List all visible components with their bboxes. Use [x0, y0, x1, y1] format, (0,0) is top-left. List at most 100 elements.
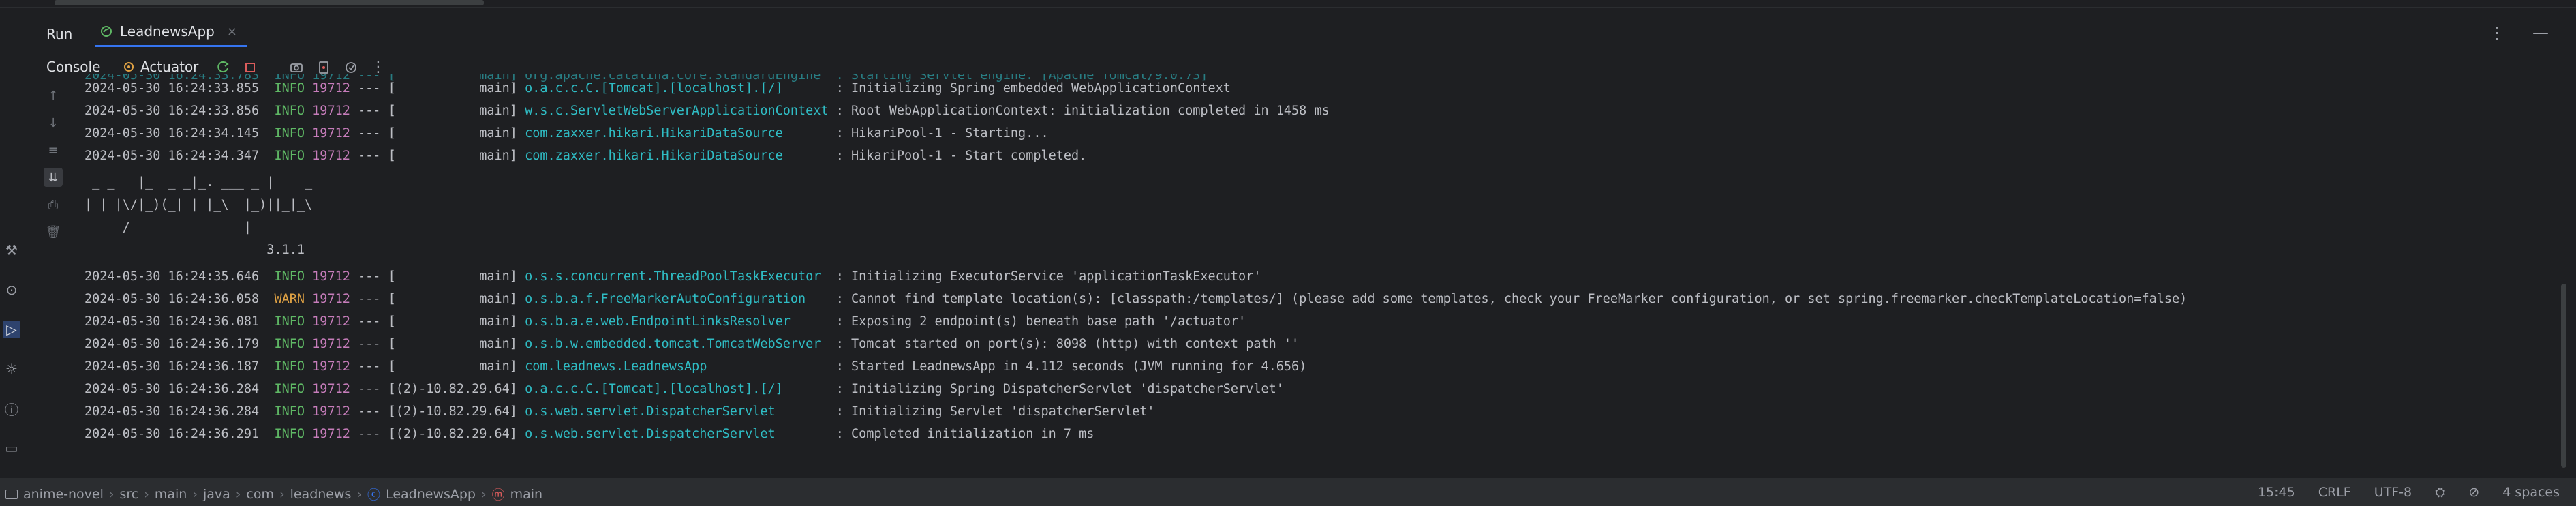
log-separator: --- [358, 427, 381, 441]
log-level: INFO [274, 126, 305, 140]
debug-bug-icon[interactable]: ☼ [3, 360, 20, 378]
tab-console[interactable]: Console [46, 59, 100, 75]
log-thread: [(2)-10.82.29.64] [388, 404, 517, 419]
more-options-icon[interactable]: ⋮ [2489, 23, 2505, 42]
scrollbar-thumb[interactable] [2561, 284, 2566, 468]
log-logger: o.a.c.c.C.[Tomcat].[localhost].[/] [525, 382, 829, 396]
log-level: INFO [274, 314, 305, 329]
log-separator: --- [358, 269, 381, 284]
actuator-icon [124, 62, 134, 72]
log-line[interactable]: 2024-05-30 16:24:33.856 INFO 19712 --- [… [85, 100, 1330, 122]
chevron-right-icon: › [279, 486, 285, 502]
spring-banner-line: / | [85, 220, 252, 235]
log-message: : Exposing 2 endpoint(s) beneath base pa… [835, 314, 1246, 329]
log-line[interactable]: 2024-05-30 16:24:36.058 WARN 19712 --- [… [85, 288, 2187, 310]
problems-icon[interactable]: ⓘ [3, 400, 20, 418]
caret-position[interactable]: 15:45 [2258, 485, 2295, 500]
readonly-toggle-icon[interactable]: ⛭ [2435, 485, 2445, 500]
scroll-up-icon[interactable]: ↑ [44, 86, 63, 105]
log-timestamp: 2024-05-30 16:24:36.291 [85, 427, 260, 441]
class-icon: ⓒ [367, 488, 381, 503]
log-line[interactable]: 2024-05-30 16:24:33.855 INFO 19712 --- [… [85, 77, 1231, 100]
log-line[interactable]: 2024-05-30 16:24:36.284 INFO 19712 --- [… [85, 378, 1284, 400]
log-level: INFO [274, 359, 305, 374]
log-message: : Cannot find template location(s): [cla… [835, 292, 2188, 306]
breadcrumb-item[interactable]: leadnews [290, 487, 352, 502]
line-separator[interactable]: CRLF [2318, 485, 2351, 500]
scroll-down-icon[interactable]: ↓ [44, 113, 63, 132]
log-timestamp: 2024-05-30 16:24:34.347 [85, 149, 260, 163]
log-timestamp: 2024-05-30 16:24:33.855 [85, 81, 260, 95]
run-icon[interactable]: ▷ [3, 321, 20, 338]
power-save-icon[interactable]: ⊘ [2468, 485, 2479, 500]
log-message: : Started LeadnewsApp in 4.112 seconds (… [835, 359, 1307, 374]
log-level: INFO [274, 337, 305, 351]
log-message: : HikariPool-1 - Start completed. [835, 149, 1087, 163]
breadcrumb-item[interactable]: main [155, 487, 187, 502]
method-icon: ⓜ [491, 488, 505, 503]
camera-icon[interactable] [289, 60, 304, 75]
dump-icon[interactable] [316, 60, 331, 75]
run-config-label: LeadnewsApp [120, 23, 215, 40]
log-line[interactable]: 2024-05-30 16:24:36.179 INFO 19712 --- [… [85, 333, 1299, 355]
log-line[interactable]: 2024-05-30 16:24:36.187 INFO 19712 --- [… [85, 355, 1306, 378]
status-bar: anime-novel › src › main › java › com › leadnews › ⓒ… [0, 477, 2576, 506]
log-line[interactable]: 2024-05-30 16:24:36.284 INFO 19712 --- [… [85, 400, 1155, 423]
log-logger: o.s.web.servlet.DispatcherServlet [525, 404, 829, 419]
log-level: WARN [274, 292, 305, 306]
log-line[interactable]: 2024-05-30 16:24:36.291 INFO 19712 --- [… [85, 423, 1094, 445]
log-level: INFO [274, 382, 305, 396]
breadcrumb-item[interactable]: main [510, 487, 542, 502]
spring-banner-line: | | |\/|_)(_| | |_\ |_)||_|_\ [85, 198, 313, 212]
log-pid: 19712 [312, 149, 350, 163]
log-thread: [ main] [388, 126, 517, 140]
services-icon[interactable]: ⊙ [3, 281, 20, 299]
log-pid: 19712 [312, 404, 350, 419]
log-timestamp: 2024-05-30 16:24:36.081 [85, 314, 260, 329]
log-separator: --- [358, 126, 381, 140]
file-encoding[interactable]: UTF-8 [2374, 485, 2412, 500]
breadcrumb-item[interactable]: src [120, 487, 139, 502]
chevron-right-icon: › [192, 486, 198, 502]
console-output[interactable]: 2024-05-30 16:24:33.783 INFO 19712 --- [… [85, 74, 2551, 466]
chevron-right-icon: › [144, 486, 149, 502]
spring-boot-icon [101, 26, 112, 37]
minimize-icon[interactable]: — [2532, 23, 2549, 42]
scroll-to-end-icon[interactable]: ⇊ [44, 168, 63, 187]
rerun-icon[interactable] [215, 60, 230, 75]
console-side-toolbar: ↑ ↓ ≡ ⇊ ⎙ 🗑 [41, 86, 65, 250]
log-separator: --- [358, 337, 381, 351]
breadcrumb-item[interactable]: LeadnewsApp [386, 487, 476, 502]
print-icon[interactable]: ⎙ [44, 195, 63, 214]
build-hammer-icon[interactable]: ⚒ [3, 241, 20, 259]
log-pid: 19712 [312, 81, 350, 95]
breadcrumb-item[interactable]: java [203, 487, 230, 502]
log-separator: --- [358, 314, 381, 329]
close-tab-icon[interactable]: × [227, 25, 237, 39]
log-logger: w.s.c.ServletWebServerApplicationContext [525, 104, 829, 118]
breadcrumb-item[interactable]: com [246, 487, 274, 502]
log-separator: --- [358, 149, 381, 163]
debugger-attach-icon[interactable] [343, 60, 358, 75]
log-thread: [ main] [388, 269, 517, 284]
stop-icon[interactable] [243, 60, 258, 75]
breadcrumb-item[interactable]: anime-novel [23, 487, 104, 502]
log-timestamp: 2024-05-30 16:24:36.284 [85, 404, 260, 419]
clear-all-trash-icon[interactable]: 🗑 [44, 222, 63, 241]
indent-settings[interactable]: 4 spaces [2502, 485, 2560, 500]
console-vertical-scrollbar[interactable] [2560, 86, 2568, 468]
log-pid: 19712 [312, 292, 350, 306]
log-level: INFO [274, 104, 305, 118]
log-separator: --- [358, 292, 381, 306]
log-line[interactable]: 2024-05-30 16:24:34.347 INFO 19712 --- [… [85, 145, 1086, 167]
soft-wrap-icon[interactable]: ≡ [44, 140, 63, 160]
horizontal-scrollbar-thumb[interactable] [55, 0, 484, 5]
terminal-icon[interactable]: ▭ [3, 439, 20, 457]
log-line[interactable]: 2024-05-30 16:24:34.145 INFO 19712 --- [… [85, 122, 1049, 145]
log-thread: [(2)-10.82.29.64] [388, 427, 517, 441]
run-config-tab[interactable]: LeadnewsApp × [95, 18, 247, 47]
log-message: : Tomcat started on port(s): 8098 (http)… [835, 337, 1300, 351]
log-line[interactable]: 2024-05-30 16:24:35.646 INFO 19712 --- [… [85, 265, 1261, 288]
tab-actuator[interactable]: Actuator [123, 59, 198, 75]
log-line[interactable]: 2024-05-30 16:24:36.081 INFO 19712 --- [… [85, 310, 1246, 333]
